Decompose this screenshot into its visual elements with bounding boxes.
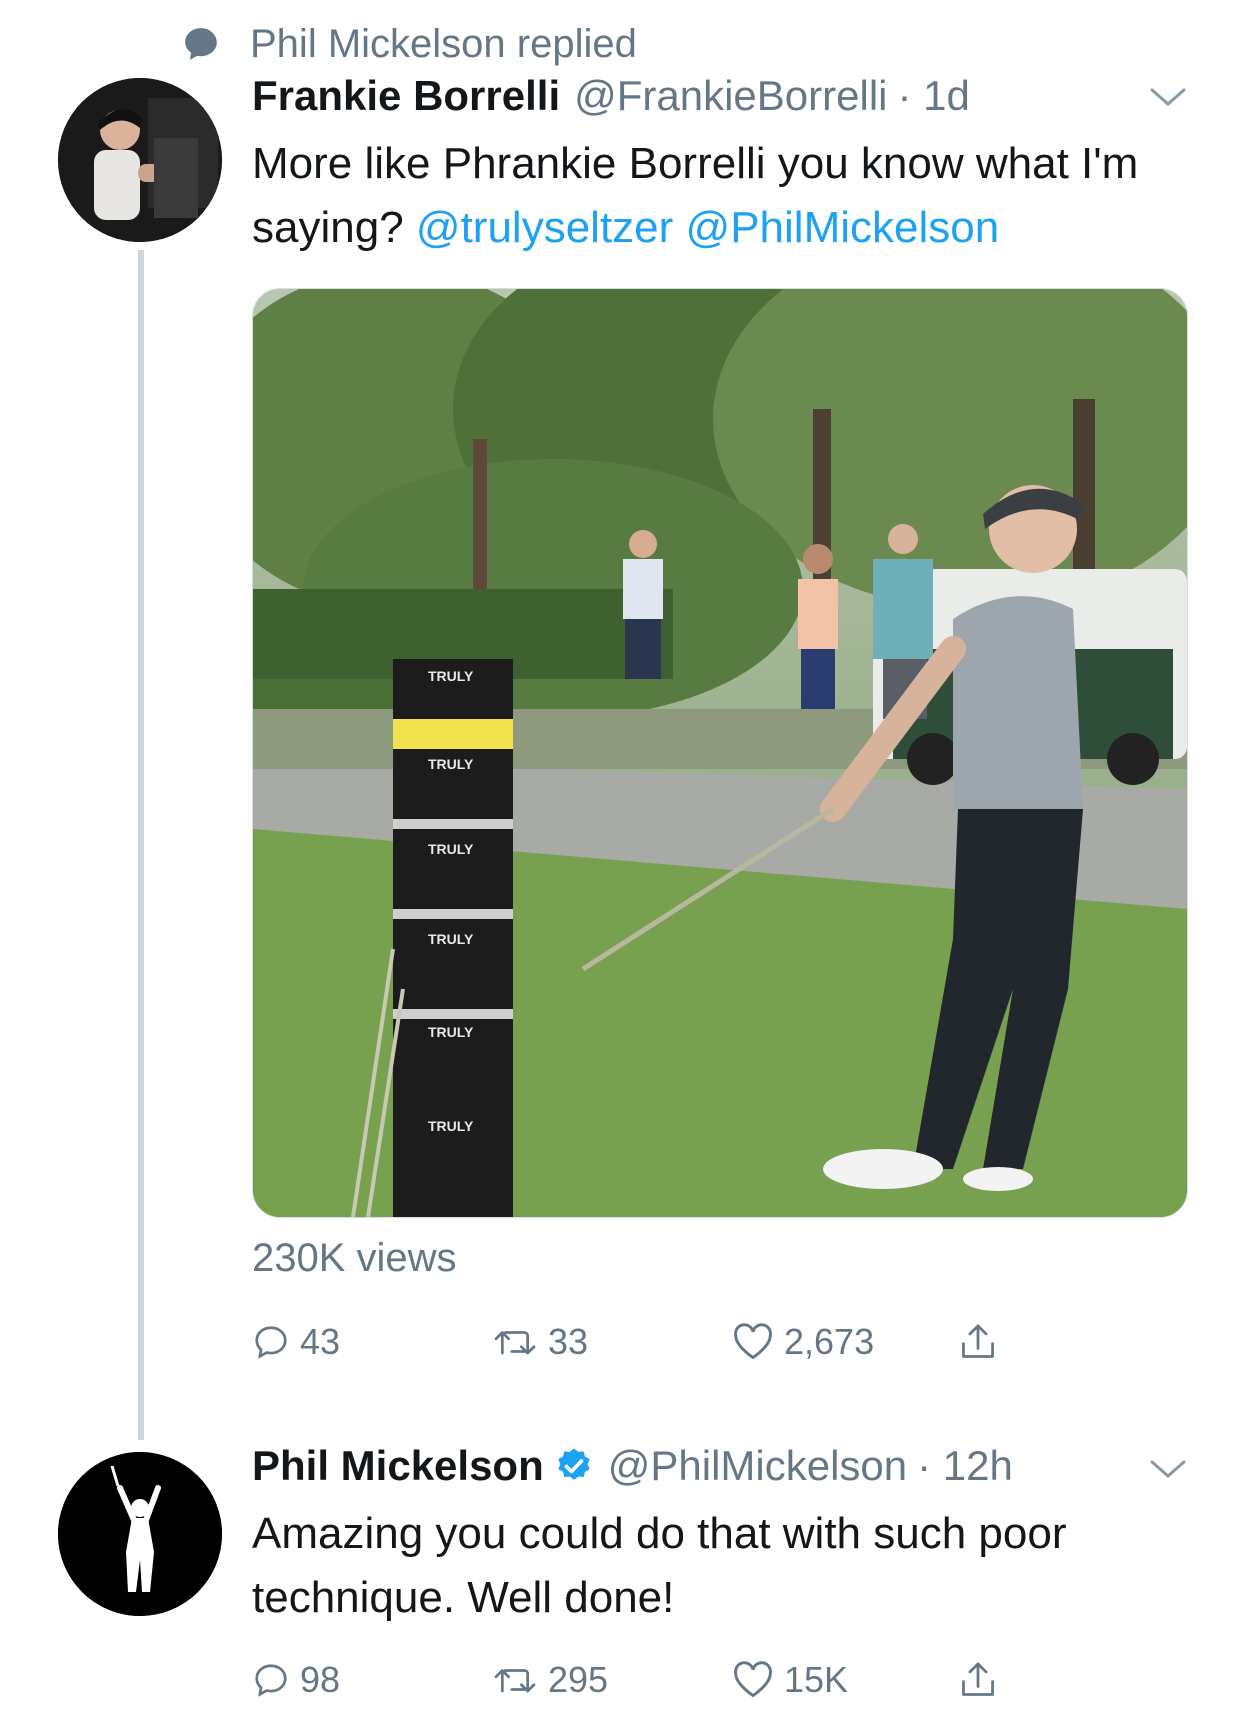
author-name[interactable]: Frankie Borrelli <box>252 72 560 120</box>
reply-icon <box>255 1664 287 1697</box>
reply-icon <box>255 1326 287 1359</box>
tweet-actions: 43 33 2,673 <box>252 1314 1012 1370</box>
like-button[interactable]: 2,673 <box>732 1321 874 1363</box>
share-icon <box>962 1324 994 1358</box>
chevron-down-icon[interactable] <box>1148 1458 1188 1487</box>
tweet-text: More like Phrankie Borrelli you know wha… <box>252 132 1192 260</box>
svg-text:TRULY: TRULY <box>428 668 474 684</box>
speech-bubble-icon <box>182 24 222 64</box>
svg-text:TRULY: TRULY <box>428 1024 474 1040</box>
social-context-text: Phil Mickelson replied <box>250 21 637 66</box>
retweet-count: 295 <box>548 1659 609 1700</box>
video-views: 230K views <box>252 1236 457 1280</box>
mention-link[interactable]: @PhilMickelson <box>686 203 1000 252</box>
beer-box-stack: TRULY TRULY TRULY TRULY TRULY TRULY <box>393 659 513 1217</box>
thread-connector-line <box>138 250 144 1440</box>
retweet-button[interactable]: 33 <box>492 1321 588 1363</box>
retweet-icon <box>494 1669 536 1693</box>
chevron-down-icon[interactable] <box>1148 86 1188 115</box>
svg-text:TRULY: TRULY <box>428 756 474 772</box>
like-button[interactable]: 15K <box>732 1659 848 1701</box>
author-handle[interactable]: @FrankieBorrelli <box>574 72 887 120</box>
share-icon <box>962 1662 994 1696</box>
retweet-count: 33 <box>548 1321 589 1362</box>
tweet-timestamp[interactable]: · 12h <box>917 1442 1013 1490</box>
share-button[interactable] <box>958 1321 1008 1363</box>
mention-link[interactable]: @trulyseltzer <box>416 203 673 252</box>
author-handle[interactable]: @PhilMickelson <box>608 1442 907 1490</box>
reply-button[interactable]: 43 <box>252 1321 340 1363</box>
verified-badge-icon <box>554 1446 594 1486</box>
heart-icon <box>734 1661 772 1698</box>
reply-count: 43 <box>300 1321 341 1362</box>
svg-text:TRULY: TRULY <box>428 841 474 857</box>
tweet-text: Amazing you could do that with such poor… <box>252 1509 1067 1622</box>
social-context: Phil Mickelson replied <box>182 16 637 72</box>
share-button[interactable] <box>958 1659 1008 1701</box>
tweet-video[interactable]: TRULY TRULY TRULY TRULY TRULY TRULY <box>252 288 1188 1218</box>
author-name[interactable]: Phil Mickelson <box>252 1442 544 1490</box>
tweet-actions: 98 295 15K <box>252 1652 1012 1708</box>
retweet-icon <box>494 1331 536 1355</box>
tweet-timestamp[interactable]: · 1d <box>898 72 970 120</box>
like-count: 15K <box>784 1659 849 1700</box>
avatar-frankie-borrelli[interactable] <box>58 78 222 242</box>
heart-icon <box>734 1323 772 1360</box>
svg-text:TRULY: TRULY <box>428 931 474 947</box>
like-count: 2,673 <box>784 1321 875 1362</box>
avatar-phil-mickelson[interactable] <box>58 1452 222 1616</box>
reply-button[interactable]: 98 <box>252 1659 340 1701</box>
reply-count: 98 <box>300 1659 341 1700</box>
retweet-button[interactable]: 295 <box>492 1659 608 1701</box>
svg-text:TRULY: TRULY <box>428 1118 474 1134</box>
tweet-header: Phil Mickelson @PhilMickelson · 12h <box>252 1436 1124 1496</box>
tweet-header: Frankie Borrelli @FrankieBorrelli · 1d <box>252 66 1124 126</box>
